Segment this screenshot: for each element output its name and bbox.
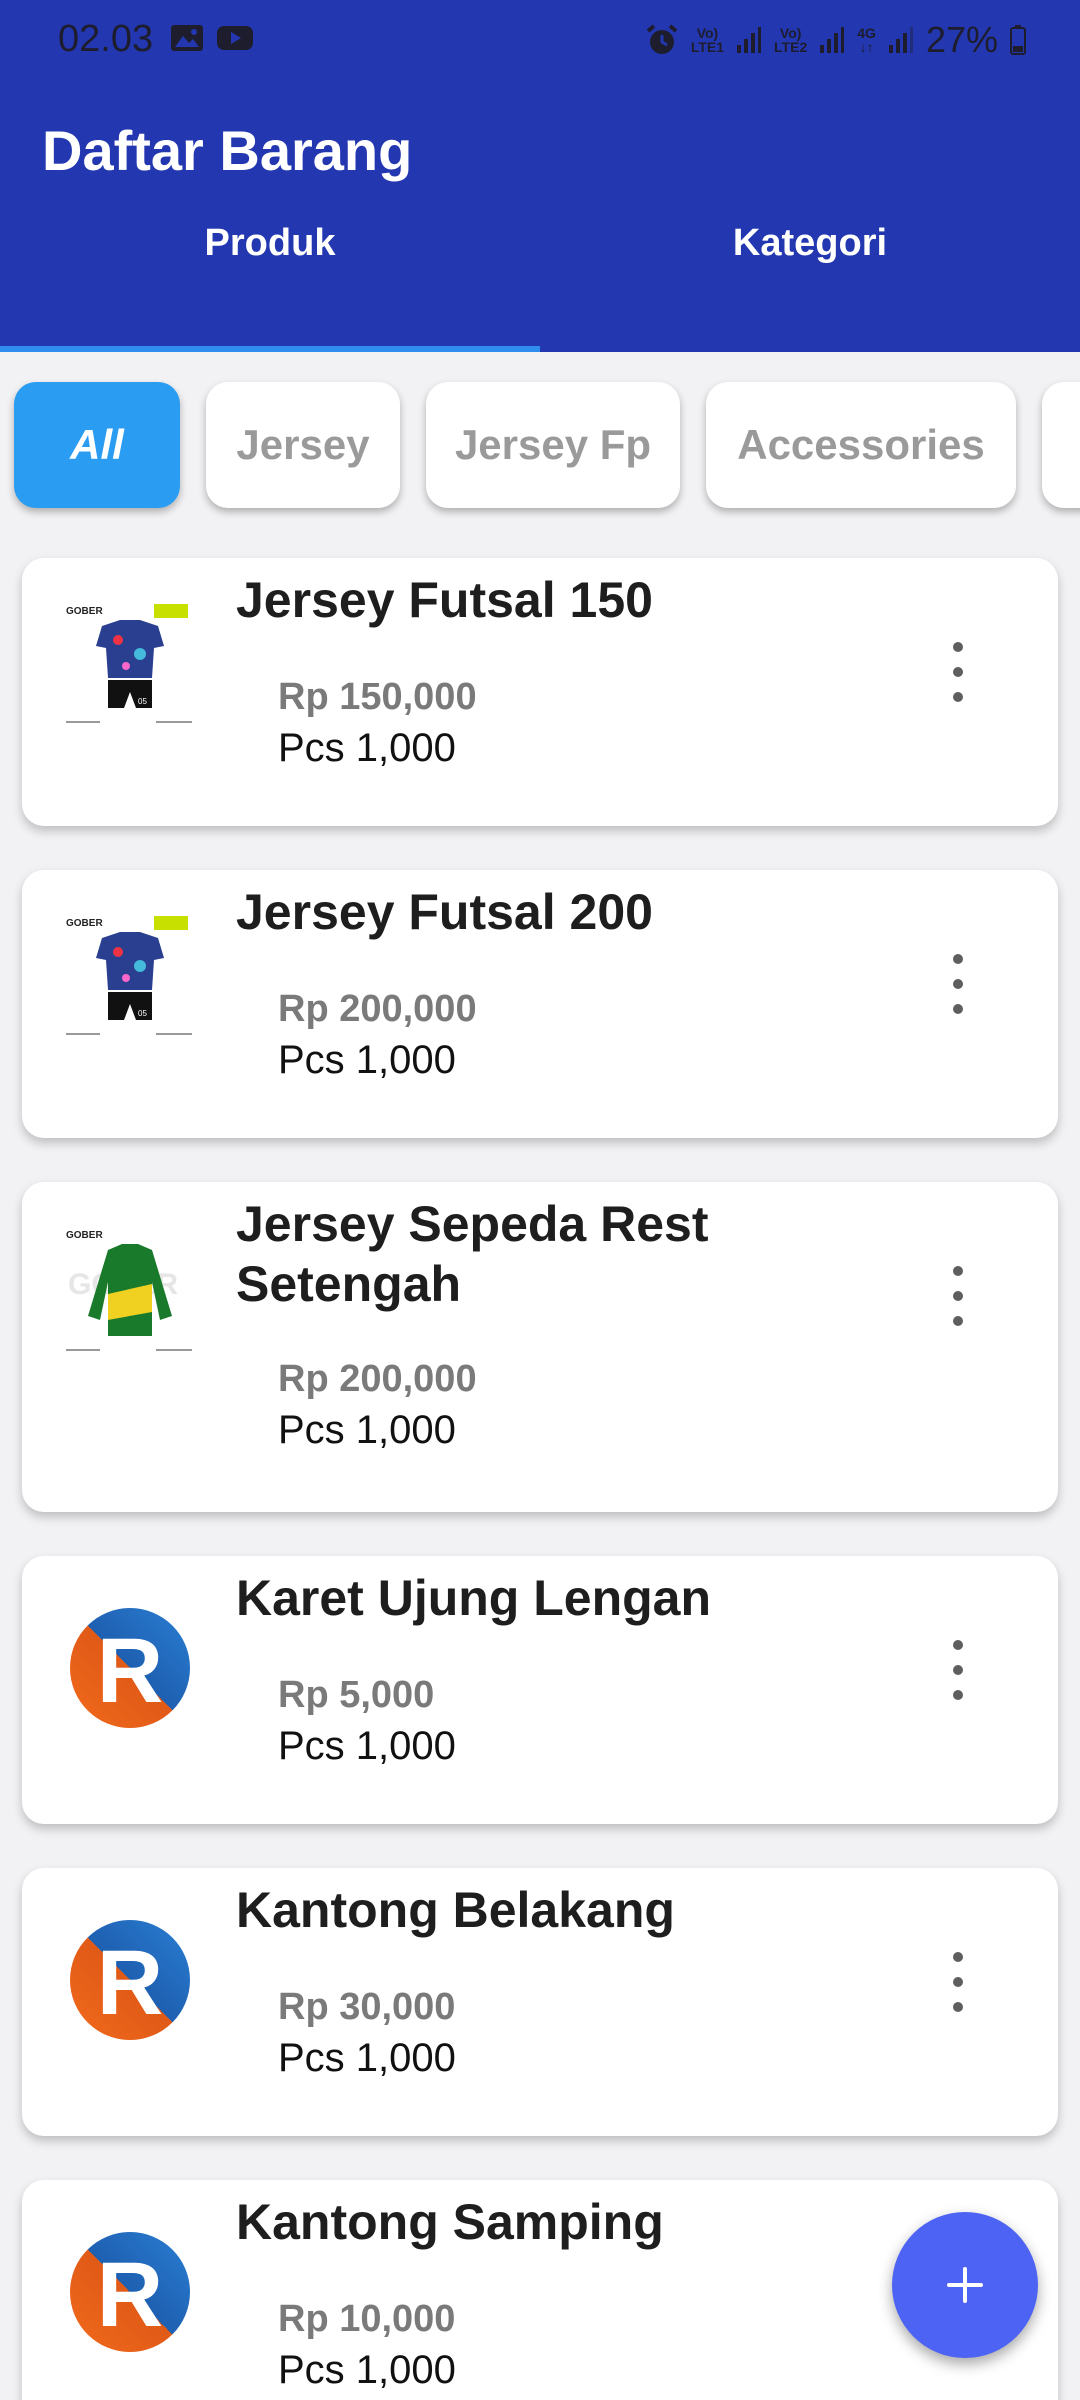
more-options-icon[interactable] [942,1266,974,1326]
product-name: Kantong Belakang [236,1882,675,1938]
product-price: Rp 150,000 [278,676,477,718]
chip-accessories[interactable]: Accessories [706,382,1016,508]
product-name: Jersey Sepeda Rest Setengah [236,1196,709,1312]
tab-kategori[interactable]: Kategori [540,222,1080,265]
page-title: Daftar Barang [42,119,413,182]
product-image: GOBER GOBER [60,1220,200,1360]
svg-text:GOBER: GOBER [66,606,103,617]
youtube-icon [217,26,253,50]
product-qty: Pcs 1,000 [278,1408,456,1452]
status-time: 02.03 [58,18,154,60]
network-label: 4G ↓↑ [857,25,876,55]
sim2-label: Vo) LTE2 [774,25,808,55]
product-price: Rp 200,000 [278,1358,477,1400]
product-image: GOBER 05 [60,908,200,1048]
r-logo-image: R [70,1608,190,1728]
r-logo-image: R [70,2232,190,2352]
add-product-button[interactable] [892,2212,1038,2358]
chip-more[interactable] [1042,382,1080,508]
product-name: Karet Ujung Lengan [236,1570,712,1626]
product-price: Rp 10,000 [278,2298,456,2340]
product-card[interactable]: GOBER GOBER Jersey Sepeda Rest Setengah … [22,1182,1058,1512]
svg-text:R: R [97,1620,163,1722]
product-card[interactable]: R Karet Ujung Lengan Rp 5,000 Pcs 1,000 [22,1556,1058,1824]
svg-text:R: R [97,1932,163,2034]
product-price: Rp 30,000 [278,1986,456,2028]
signal-icon [820,27,845,53]
category-filter-bar[interactable]: All Jersey Jersey Fp Accessories [0,352,1080,530]
product-price: Rp 200,000 [278,988,477,1030]
signal-icon [888,27,913,53]
chip-jersey-fp[interactable]: Jersey Fp [426,382,680,508]
tab-produk[interactable]: Produk [0,222,540,265]
more-options-icon[interactable] [942,1640,974,1700]
product-name: Jersey Futsal 200 [236,884,653,940]
svg-text:GOBER: GOBER [66,918,103,929]
svg-text:05: 05 [138,697,147,706]
signal-icon [737,27,762,53]
product-price: Rp 5,000 [278,1674,435,1716]
sim1-label: Vo) LTE1 [690,25,725,55]
product-card[interactable]: GOBER 05 Jersey Futsal 200 Rp 200,000 Pc… [22,870,1058,1138]
product-name: Kantong Samping [236,2194,664,2250]
svg-text:05: 05 [138,1009,147,1018]
plus-icon [947,2267,983,2303]
alarm-icon [646,24,678,54]
chip-jersey[interactable]: Jersey [206,382,400,508]
product-name: Jersey Futsal 150 [236,572,653,628]
more-options-icon[interactable] [942,642,974,702]
product-qty: Pcs 1,000 [278,1038,456,1082]
product-qty: Pcs 1,000 [278,2348,456,2392]
product-card[interactable]: GOBER 05 Jersey Futsal 150 Rp 150,000 Pc… [22,558,1058,826]
svg-text:R: R [97,2244,163,2346]
product-qty: Pcs 1,000 [278,2036,456,2080]
product-image: GOBER 05 [60,596,200,736]
product-card[interactable]: R Kantong Belakang Rp 30,000 Pcs 1,000 [22,1868,1058,2136]
more-options-icon[interactable] [942,954,974,1014]
product-qty: Pcs 1,000 [278,726,456,770]
gallery-icon [171,25,203,51]
svg-text:GOBER: GOBER [66,1230,103,1241]
battery-percent: 27% [925,19,998,60]
status-icons: Vo) LTE1 Vo) LTE2 4G ↓↑ 27% [645,18,1026,62]
product-qty: Pcs 1,000 [278,1724,456,1768]
more-options-icon[interactable] [942,1952,974,2012]
r-logo-image: R [70,1920,190,2040]
app-header: 02.03 Vo) LTE1 Vo) LTE2 4G ↓↑ 27% Daftar… [0,0,1080,352]
status-bar: 02.03 Vo) LTE1 Vo) LTE2 4G ↓↑ 27% [0,0,1080,82]
chip-all[interactable]: All [14,382,180,508]
battery-icon [1010,25,1026,55]
